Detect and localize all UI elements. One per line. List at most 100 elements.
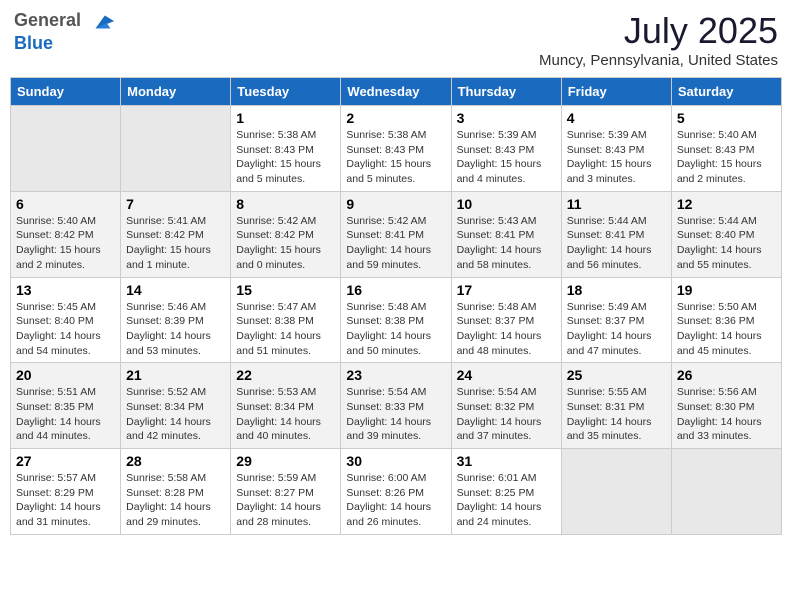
day-number: 19 [677, 282, 776, 298]
cell-info: Sunrise: 5:50 AM Sunset: 8:36 PM Dayligh… [677, 300, 776, 359]
day-number: 31 [457, 453, 556, 469]
header-row: SundayMondayTuesdayWednesdayThursdayFrid… [11, 78, 782, 106]
logo-general: General [14, 10, 81, 30]
cell-info: Sunrise: 5:40 AM Sunset: 8:42 PM Dayligh… [16, 214, 115, 273]
calendar-cell: 23 Sunrise: 5:54 AM Sunset: 8:33 PM Dayli… [341, 363, 451, 449]
calendar-cell: 8 Sunrise: 5:42 AM Sunset: 8:42 PM Daylig… [231, 191, 341, 277]
cell-info: Sunrise: 5:46 AM Sunset: 8:39 PM Dayligh… [126, 300, 225, 359]
cell-info: Sunrise: 5:39 AM Sunset: 8:43 PM Dayligh… [567, 128, 666, 187]
cell-info: Sunrise: 5:38 AM Sunset: 8:43 PM Dayligh… [236, 128, 335, 187]
calendar-cell: 19 Sunrise: 5:50 AM Sunset: 8:36 PM Dayli… [671, 277, 781, 363]
day-number: 25 [567, 367, 666, 383]
calendar-cell: 13 Sunrise: 5:45 AM Sunset: 8:40 PM Dayli… [11, 277, 121, 363]
cell-info: Sunrise: 5:47 AM Sunset: 8:38 PM Dayligh… [236, 300, 335, 359]
cell-info: Sunrise: 5:56 AM Sunset: 8:30 PM Dayligh… [677, 385, 776, 444]
calendar-cell: 29Sunrise: 5:59 AM Sunset: 8:27 PM Dayli… [231, 449, 341, 535]
calendar-cell: 28 Sunrise: 5:58 AM Sunset: 8:28 PM Dayli… [121, 449, 231, 535]
calendar-cell: 3Sunrise: 5:39 AM Sunset: 8:43 PM Daylig… [451, 106, 561, 192]
calendar-cell: 31 Sunrise: 6:01 AM Sunset: 8:25 PM Dayli… [451, 449, 561, 535]
day-number: 10 [457, 196, 556, 212]
cell-info: Sunrise: 5:58 AM Sunset: 8:28 PM Dayligh… [126, 471, 225, 530]
calendar-cell: 1Sunrise: 5:38 AM Sunset: 8:43 PM Daylig… [231, 106, 341, 192]
week-row-5: 27Sunrise: 5:57 AM Sunset: 8:29 PM Dayli… [11, 449, 782, 535]
calendar-cell: 2Sunrise: 5:38 AM Sunset: 8:43 PM Daylig… [341, 106, 451, 192]
cell-info: Sunrise: 5:45 AM Sunset: 8:40 PM Dayligh… [16, 300, 115, 359]
cell-info: Sunrise: 5:42 AM Sunset: 8:42 PM Dayligh… [236, 214, 335, 273]
calendar-cell: 16Sunrise: 5:48 AM Sunset: 8:38 PM Dayli… [341, 277, 451, 363]
calendar-cell: 24Sunrise: 5:54 AM Sunset: 8:32 PM Dayli… [451, 363, 561, 449]
logo-blue: Blue [14, 33, 53, 53]
day-number: 12 [677, 196, 776, 212]
cell-info: Sunrise: 5:59 AM Sunset: 8:27 PM Dayligh… [236, 471, 335, 530]
cell-info: Sunrise: 5:54 AM Sunset: 8:33 PM Dayligh… [346, 385, 445, 444]
cell-info: Sunrise: 5:44 AM Sunset: 8:40 PM Dayligh… [677, 214, 776, 273]
cell-info: Sunrise: 5:51 AM Sunset: 8:35 PM Dayligh… [16, 385, 115, 444]
cell-info: Sunrise: 5:41 AM Sunset: 8:42 PM Dayligh… [126, 214, 225, 273]
day-number: 28 [126, 453, 225, 469]
calendar-cell: 30 Sunrise: 6:00 AM Sunset: 8:26 PM Dayli… [341, 449, 451, 535]
calendar-cell: 11 Sunrise: 5:44 AM Sunset: 8:41 PM Dayli… [561, 191, 671, 277]
column-header-sunday: Sunday [11, 78, 121, 106]
calendar-cell: 15 Sunrise: 5:47 AM Sunset: 8:38 PM Dayli… [231, 277, 341, 363]
calendar-cell: 12 Sunrise: 5:44 AM Sunset: 8:40 PM Dayli… [671, 191, 781, 277]
cell-info: Sunrise: 6:00 AM Sunset: 8:26 PM Dayligh… [346, 471, 445, 530]
logo-bird-icon [88, 11, 116, 33]
week-row-3: 13 Sunrise: 5:45 AM Sunset: 8:40 PM Dayli… [11, 277, 782, 363]
column-header-monday: Monday [121, 78, 231, 106]
day-number: 24 [457, 367, 556, 383]
week-row-1: 1Sunrise: 5:38 AM Sunset: 8:43 PM Daylig… [11, 106, 782, 192]
day-number: 30 [346, 453, 445, 469]
calendar-cell: 7 Sunrise: 5:41 AM Sunset: 8:42 PM Daylig… [121, 191, 231, 277]
page-header: General Blue July 2025 Muncy, Pennsylvan… [10, 10, 782, 69]
cell-info: Sunrise: 5:42 AM Sunset: 8:41 PM Dayligh… [346, 214, 445, 273]
calendar-cell [561, 449, 671, 535]
cell-info: Sunrise: 5:55 AM Sunset: 8:31 PM Dayligh… [567, 385, 666, 444]
location-subtitle: Muncy, Pennsylvania, United States [539, 52, 778, 69]
cell-info: Sunrise: 5:53 AM Sunset: 8:34 PM Dayligh… [236, 385, 335, 444]
day-number: 13 [16, 282, 115, 298]
month-year-title: July 2025 [539, 10, 778, 52]
cell-info: Sunrise: 5:44 AM Sunset: 8:41 PM Dayligh… [567, 214, 666, 273]
day-number: 14 [126, 282, 225, 298]
cell-info: Sunrise: 5:43 AM Sunset: 8:41 PM Dayligh… [457, 214, 556, 273]
day-number: 9 [346, 196, 445, 212]
cell-info: Sunrise: 5:49 AM Sunset: 8:37 PM Dayligh… [567, 300, 666, 359]
day-number: 4 [567, 110, 666, 126]
day-number: 21 [126, 367, 225, 383]
title-section: July 2025 Muncy, Pennsylvania, United St… [539, 10, 778, 69]
day-number: 23 [346, 367, 445, 383]
day-number: 22 [236, 367, 335, 383]
day-number: 18 [567, 282, 666, 298]
calendar-cell [11, 106, 121, 192]
column-header-saturday: Saturday [671, 78, 781, 106]
week-row-4: 20 Sunrise: 5:51 AM Sunset: 8:35 PM Dayli… [11, 363, 782, 449]
calendar-cell: 22 Sunrise: 5:53 AM Sunset: 8:34 PM Dayli… [231, 363, 341, 449]
calendar-cell: 6Sunrise: 5:40 AM Sunset: 8:42 PM Daylig… [11, 191, 121, 277]
calendar-cell: 27Sunrise: 5:57 AM Sunset: 8:29 PM Dayli… [11, 449, 121, 535]
calendar-cell [671, 449, 781, 535]
calendar-cell [121, 106, 231, 192]
day-number: 20 [16, 367, 115, 383]
day-number: 8 [236, 196, 335, 212]
calendar-cell: 21Sunrise: 5:52 AM Sunset: 8:34 PM Dayli… [121, 363, 231, 449]
calendar-cell: 4 Sunrise: 5:39 AM Sunset: 8:43 PM Daylig… [561, 106, 671, 192]
day-number: 11 [567, 196, 666, 212]
calendar-cell: 14 Sunrise: 5:46 AM Sunset: 8:39 PM Dayli… [121, 277, 231, 363]
calendar-cell: 9 Sunrise: 5:42 AM Sunset: 8:41 PM Daylig… [341, 191, 451, 277]
column-header-friday: Friday [561, 78, 671, 106]
day-number: 3 [457, 110, 556, 126]
column-header-thursday: Thursday [451, 78, 561, 106]
cell-info: Sunrise: 5:48 AM Sunset: 8:37 PM Dayligh… [457, 300, 556, 359]
cell-info: Sunrise: 6:01 AM Sunset: 8:25 PM Dayligh… [457, 471, 556, 530]
cell-info: Sunrise: 5:40 AM Sunset: 8:43 PM Dayligh… [677, 128, 776, 187]
calendar-cell: 5 Sunrise: 5:40 AM Sunset: 8:43 PM Daylig… [671, 106, 781, 192]
day-number: 27 [16, 453, 115, 469]
day-number: 15 [236, 282, 335, 298]
day-number: 5 [677, 110, 776, 126]
week-row-2: 6Sunrise: 5:40 AM Sunset: 8:42 PM Daylig… [11, 191, 782, 277]
calendar-cell: 25 Sunrise: 5:55 AM Sunset: 8:31 PM Dayli… [561, 363, 671, 449]
day-number: 17 [457, 282, 556, 298]
column-header-wednesday: Wednesday [341, 78, 451, 106]
day-number: 7 [126, 196, 225, 212]
calendar-cell: 18 Sunrise: 5:49 AM Sunset: 8:37 PM Dayli… [561, 277, 671, 363]
